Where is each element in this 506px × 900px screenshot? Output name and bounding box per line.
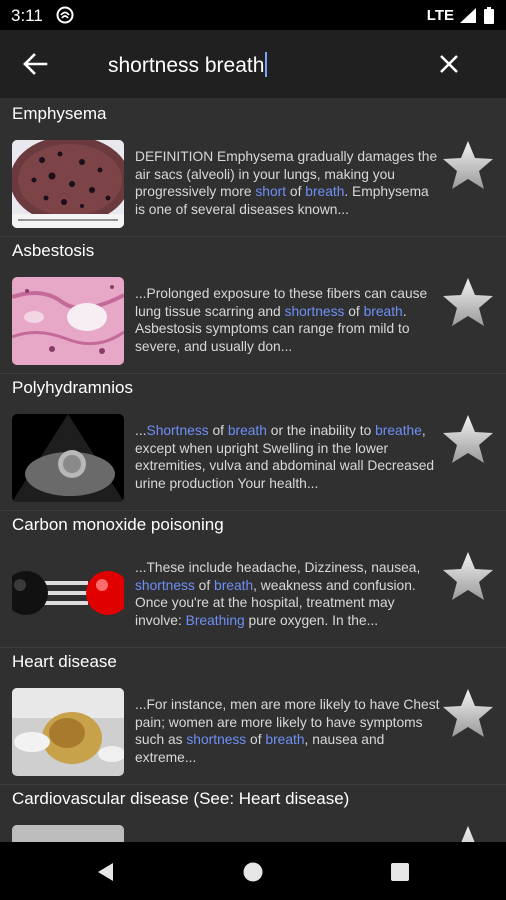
result-title: Polyhydramnios (12, 378, 133, 397)
result-snippet: ...Prolonged exposure to these fibers ca… (135, 286, 428, 354)
result-title: Cardiovascular disease (See: Heart disea… (12, 789, 350, 808)
highlighted-term: breath (265, 732, 305, 748)
nav-recents-icon[interactable] (389, 861, 411, 883)
arrow-left-icon[interactable] (22, 52, 48, 76)
highlighted-term: shortness (284, 303, 345, 319)
result-item-heart-disease[interactable]: Heart disease ...For instance, men are m… (0, 646, 506, 785)
battery-icon (484, 7, 494, 24)
result-thumbnail (12, 688, 124, 776)
result-item-cardiovascular-disease[interactable]: Cardiovascular disease (See: Heart disea… (0, 783, 506, 842)
star-icon[interactable] (440, 823, 496, 842)
highlighted-term: Breathing (185, 612, 245, 628)
result-item-asbestosis[interactable]: Asbestosis ...Prolonged exposure to thes… (0, 235, 506, 374)
result-snippet: ...These include headache, Dizziness, na… (135, 560, 421, 628)
status-time: 3:11 (11, 6, 43, 25)
result-snippet: ...Shortness of breath or the inability … (135, 423, 435, 491)
result-snippet: DEFINITION Emphysema gradually damages t… (135, 149, 438, 217)
result-title: Heart disease (12, 652, 117, 671)
highlighted-term: breath (214, 577, 254, 593)
search-input[interactable]: shortness breath (108, 52, 268, 78)
results-list: Emphysema DEFINITION Emphysema gradually… (0, 98, 506, 842)
highlighted-term: breath (227, 423, 267, 438)
star-icon[interactable] (440, 138, 496, 194)
result-thumbnail (12, 825, 124, 842)
highlighted-term: short (255, 184, 287, 200)
star-icon[interactable] (440, 549, 496, 605)
highlighted-term: breath (363, 303, 403, 319)
nav-back-icon[interactable] (95, 861, 117, 883)
search-toolbar: shortness breath (0, 30, 506, 98)
star-icon[interactable] (440, 275, 496, 331)
close-icon[interactable] (438, 53, 460, 75)
result-item-emphysema[interactable]: Emphysema DEFINITION Emphysema gradually… (0, 98, 506, 237)
result-snippet: ...For instance, men are more likely to … (135, 697, 440, 765)
star-icon[interactable] (440, 412, 496, 468)
highlighted-term: breathe (375, 423, 422, 438)
system-navigation-bar (0, 842, 506, 900)
signal-icon (460, 8, 476, 23)
result-thumbnail (12, 551, 124, 639)
result-title: Emphysema (12, 104, 107, 123)
result-item-carbon-monoxide-poisoning[interactable]: Carbon monoxide poisoning ...These inclu… (0, 509, 506, 648)
result-title: Carbon monoxide poisoning (12, 515, 224, 534)
result-thumbnail (12, 140, 124, 228)
highlighted-term: shortness (186, 732, 247, 748)
result-thumbnail (12, 277, 124, 365)
notification-icon (56, 6, 74, 24)
text-caret (265, 52, 268, 77)
nav-home-icon[interactable] (242, 861, 264, 883)
highlighted-term: Shortness (146, 423, 209, 438)
result-title: Asbestosis (12, 241, 95, 260)
network-type: LTE (426, 7, 454, 24)
highlighted-term: shortness (135, 577, 195, 593)
star-icon[interactable] (440, 686, 496, 742)
status-bar: 3:11 LTE (0, 0, 506, 30)
highlighted-term: breath (305, 184, 345, 200)
search-query-text: shortness breath (108, 54, 265, 77)
result-item-polyhydramnios[interactable]: Polyhydramnios ...Shortness of breath or… (0, 372, 506, 511)
result-thumbnail (12, 414, 124, 502)
